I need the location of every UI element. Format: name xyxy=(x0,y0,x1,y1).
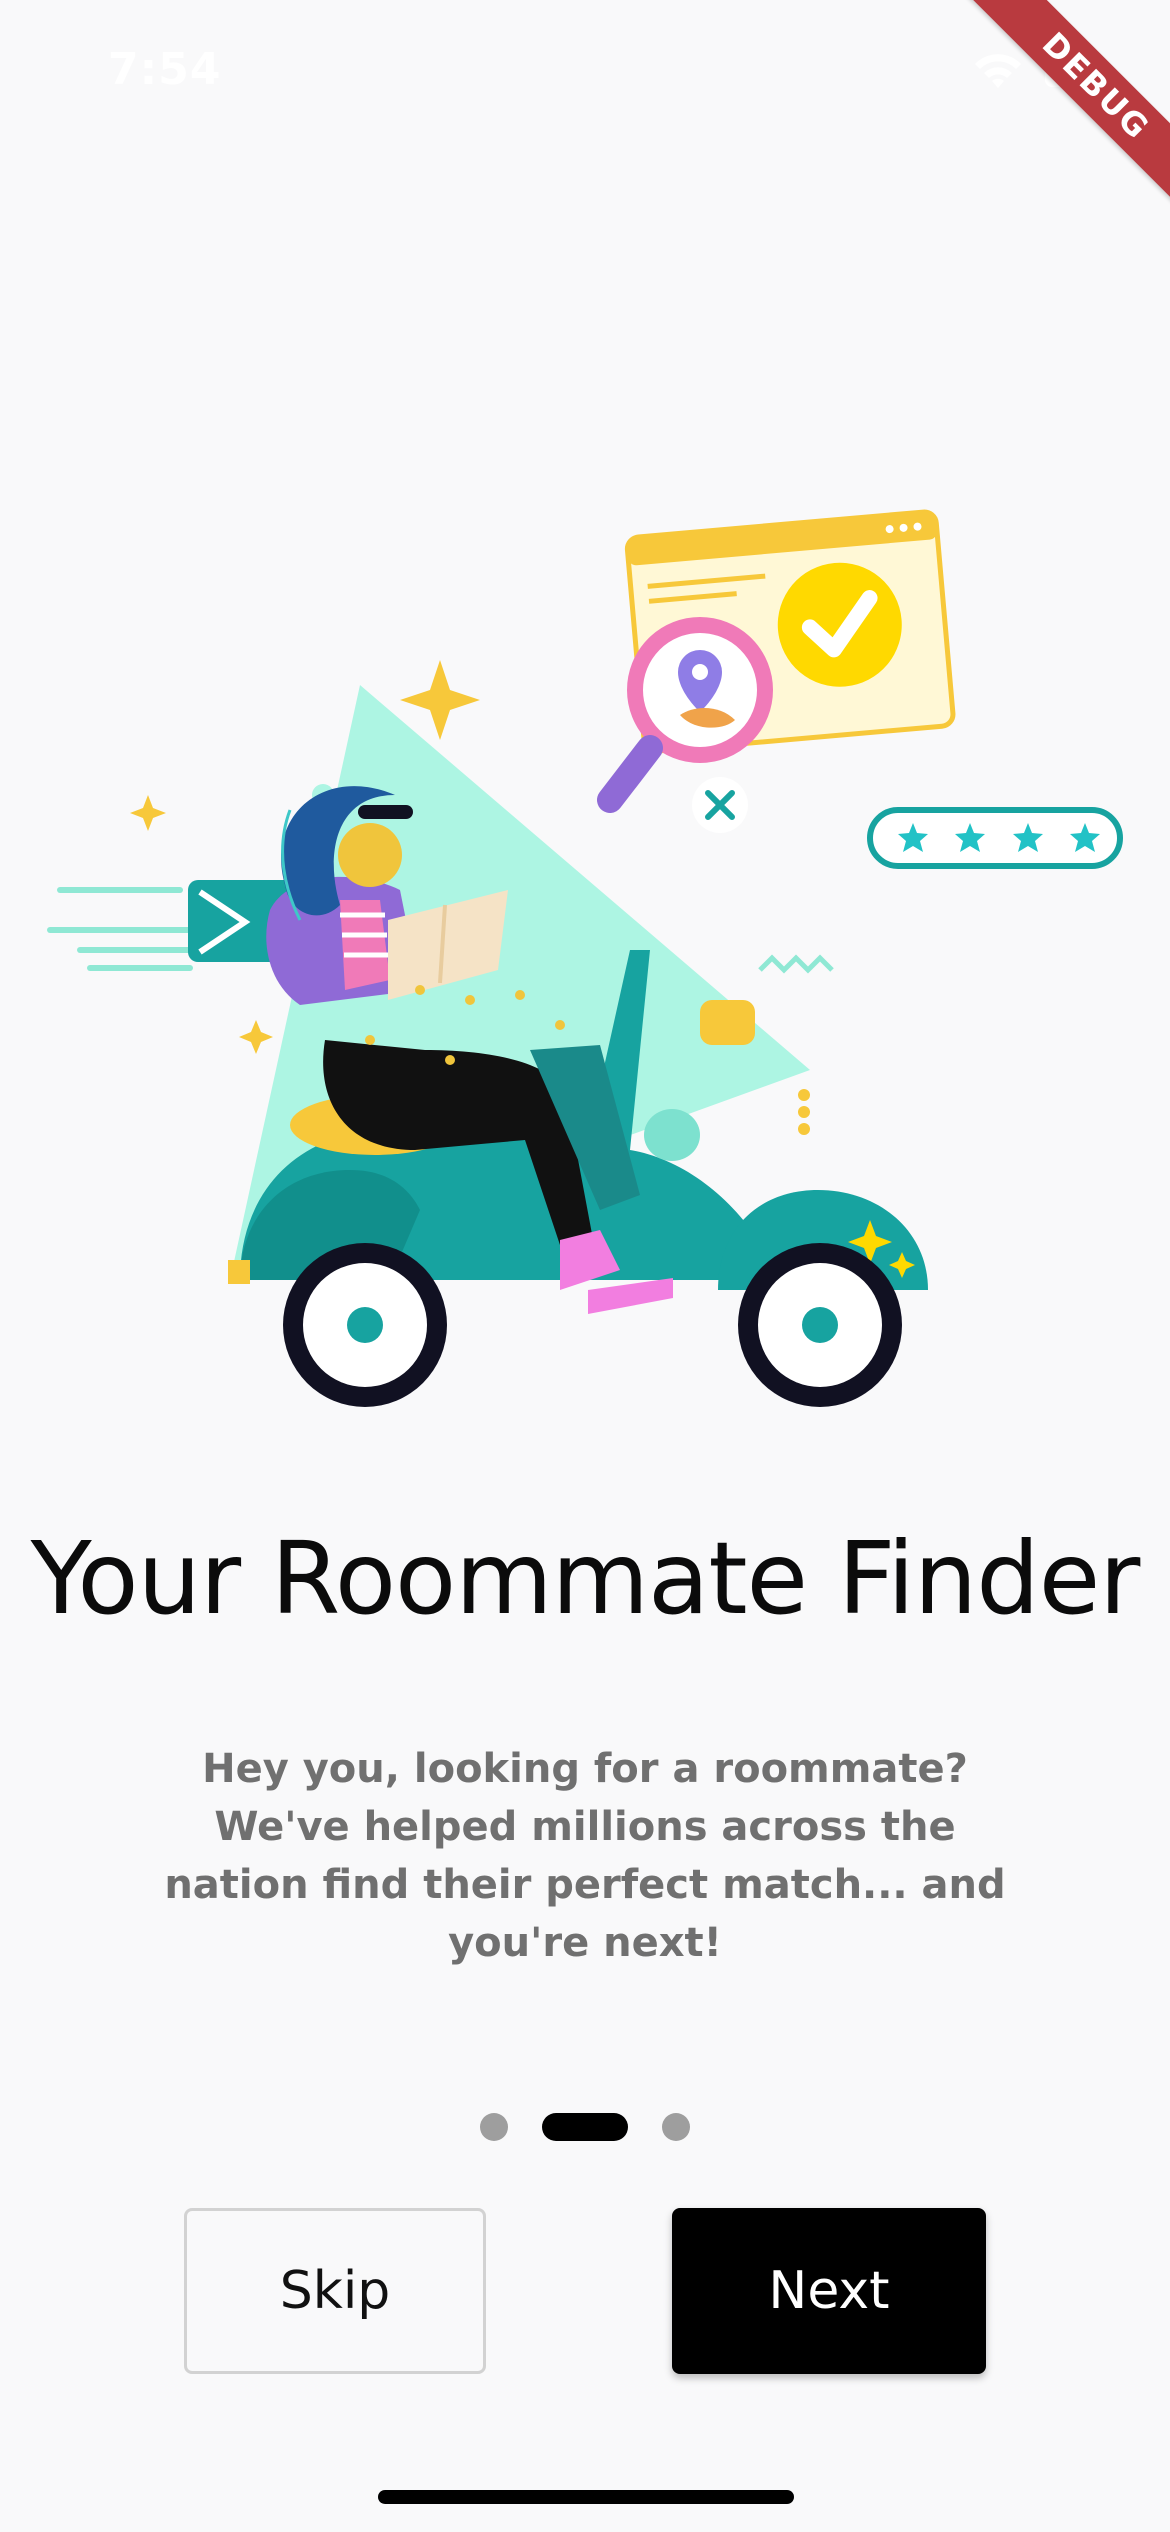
next-button[interactable]: Next xyxy=(672,2208,986,2374)
page-title: Your Roommate Finder xyxy=(30,1520,1141,1637)
wifi-icon xyxy=(975,54,1021,88)
battery-icon xyxy=(1045,59,1107,87)
status-time: 7:54 xyxy=(108,44,222,95)
page-indicator xyxy=(0,2112,1170,2142)
page-indicator-dot-active xyxy=(542,2113,628,2141)
onboarding-illustration xyxy=(47,509,1123,1407)
page-subtitle: Hey you, looking for a roommate? We've h… xyxy=(164,1746,1006,1966)
skip-button[interactable]: Skip xyxy=(184,2208,486,2374)
home-indicator[interactable] xyxy=(378,2490,794,2504)
page-indicator-dot xyxy=(662,2113,690,2141)
page-indicator-dot xyxy=(480,2113,508,2141)
status-bar: 7:54 xyxy=(0,0,1170,150)
